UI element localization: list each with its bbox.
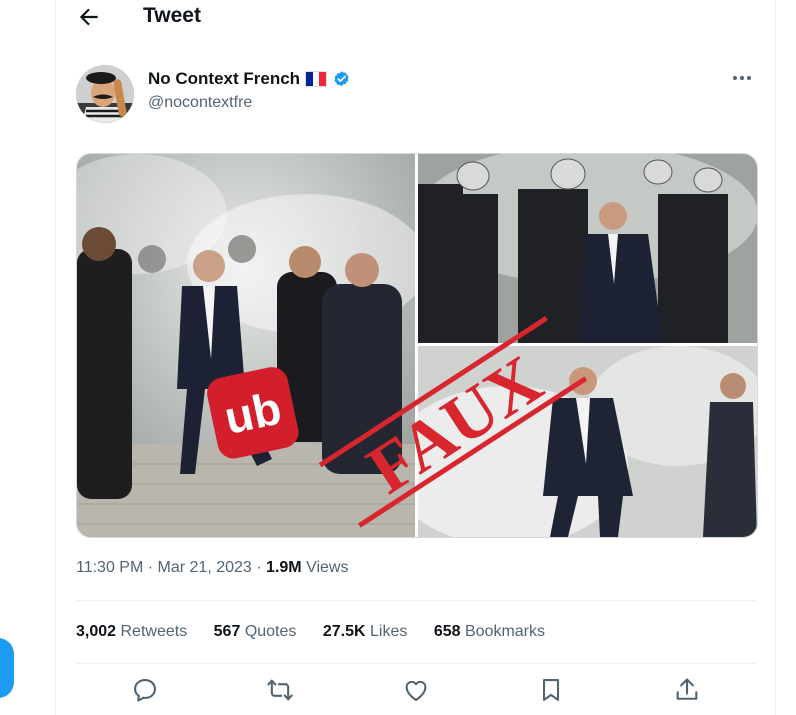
share-button[interactable] [673, 676, 701, 704]
tweet-actions-bar [56, 676, 775, 708]
bookmark-button[interactable] [537, 676, 565, 704]
like-button[interactable] [402, 676, 430, 704]
reply-icon [134, 679, 156, 702]
bookmark-icon [542, 679, 560, 701]
back-button[interactable] [76, 4, 102, 30]
bookmarks-stat[interactable]: 658 Bookmarks [434, 623, 545, 640]
page-title: Tweet [143, 4, 201, 27]
likes-stat[interactable]: 27.5K Likes [323, 623, 408, 640]
retweets-stat[interactable]: 3,002 Retweets [76, 623, 187, 640]
divider-bottom [76, 663, 756, 664]
ub-logo: ub [207, 367, 299, 459]
author-name-row[interactable]: No Context French [148, 68, 351, 90]
retweets-count: 3,002 [76, 623, 117, 640]
bookmarks-label: Bookmarks [464, 623, 546, 640]
views-count: 1.9M [266, 559, 302, 576]
more-options-button[interactable] [728, 66, 756, 90]
author-avatar[interactable] [76, 65, 134, 123]
more-horizontal-icon [733, 76, 751, 80]
author-display-name[interactable]: No Context French [148, 68, 300, 90]
arrow-left-icon [79, 8, 98, 26]
likes-label: Likes [370, 623, 408, 640]
faux-stamp: FAUX ub [207, 316, 588, 528]
like-icon [405, 680, 427, 701]
compose-fab-button[interactable] [0, 638, 14, 698]
divider-top [76, 600, 756, 601]
meta-separator: · [147, 559, 154, 576]
quotes-count: 567 [213, 623, 241, 640]
bookmarks-count: 658 [433, 623, 461, 640]
tweet-column: Tweet No Context French @nocontextfre FA… [55, 0, 776, 715]
tweet-timestamp[interactable]: 11:30 PM · Mar 21, 2023 · 1.9M Views [76, 557, 348, 579]
quotes-label: Quotes [244, 623, 297, 640]
retweets-label: Retweets [120, 623, 188, 640]
tweet-time[interactable]: 11:30 PM [76, 559, 143, 576]
share-icon [676, 678, 698, 700]
france-flag-icon [305, 71, 328, 87]
likes-count: 27.5K [322, 623, 366, 640]
top-bar: Tweet [56, 0, 775, 36]
verified-badge-icon [334, 70, 349, 86]
tweet-date[interactable]: Mar 21, 2023 [158, 559, 252, 576]
retweet-button[interactable] [266, 676, 294, 704]
faux-watermark-text: FAUX [355, 341, 556, 509]
retweet-icon [267, 679, 293, 701]
engagement-stats: 3,002 Retweets 567 Quotes 27.5K Likes 65… [76, 621, 567, 643]
quotes-stat[interactable]: 567 Quotes [214, 623, 297, 640]
reply-button[interactable] [131, 676, 159, 704]
author-handle[interactable]: @nocontextfre [148, 92, 252, 114]
tweet-media-grid[interactable]: FAUX ub [76, 153, 758, 538]
meta-separator-2: · [256, 559, 262, 576]
views-label: Views [306, 559, 349, 576]
